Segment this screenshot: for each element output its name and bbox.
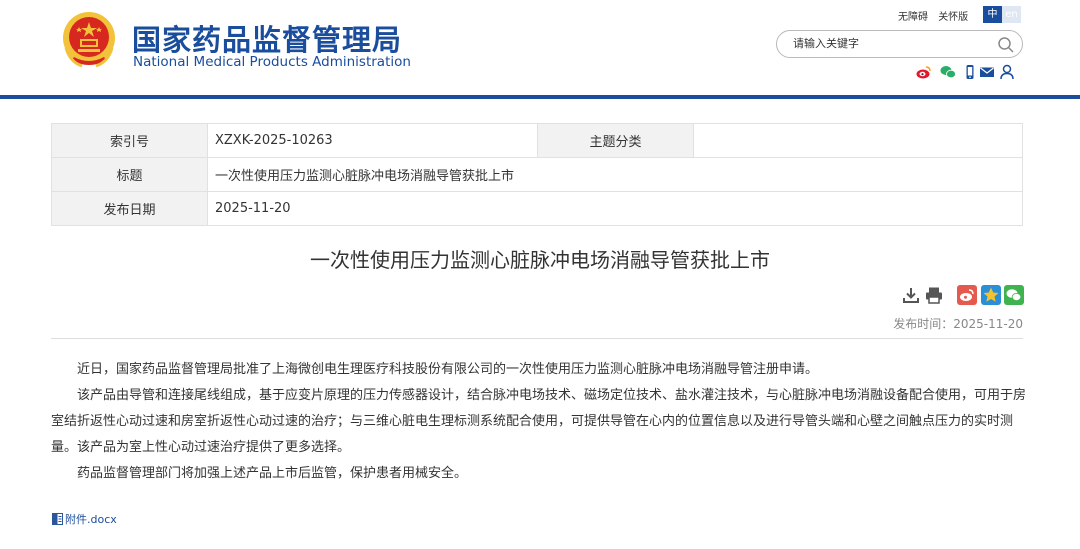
article-title: 一次性使用压力监测心脏脉冲电场消融导管获批上市 [310, 248, 770, 272]
table-row: 索引号 XZXK-2025-10263 主题分类 [51, 123, 1023, 158]
article-body: 近日，国家药品监督管理局批准了上海微创电生理医疗科技股份有限公司的一次性使用压力… [51, 357, 1026, 487]
print-icon[interactable] [924, 285, 944, 305]
attachment-name[interactable]: 附件.docx [65, 511, 117, 527]
share-wechat-icon[interactable] [1004, 285, 1024, 305]
lang-chinese-button[interactable]: 中 [983, 6, 1002, 23]
site-subtitle[interactable]: National Medical Products Administration [133, 54, 411, 70]
article-paragraph: 药品监督管理部门将加强上述产品上市后监管，保护患者用械安全。 [77, 466, 468, 481]
topic-label: 主题分类 [537, 123, 694, 158]
wechat-icon[interactable] [940, 64, 956, 80]
topic-value [693, 123, 1023, 158]
table-row: 发布日期 2025-11-20 [51, 191, 1023, 226]
search-icon[interactable] [997, 36, 1015, 54]
user-icon[interactable] [999, 64, 1015, 80]
weibo-icon[interactable] [916, 64, 932, 80]
search-input[interactable] [793, 37, 993, 50]
header-divider [0, 95, 1080, 99]
index-label: 索引号 [51, 123, 208, 158]
index-value: XZXK-2025-10263 [207, 123, 538, 158]
docx-file-icon [52, 513, 63, 525]
date-value: 2025-11-20 [207, 191, 1023, 226]
article-tools [901, 285, 1025, 305]
date-label: 发布日期 [51, 191, 208, 226]
article-paragraph: 该产品由导管和连接尾线组成，基于应变片原理的压力传感器设计，结合脉冲电场技术、磁… [51, 388, 1027, 455]
lang-english-button[interactable]: en [1002, 6, 1021, 23]
publish-time: 发布时间：2025-11-20 [893, 317, 1023, 331]
site-header: 国家药品监督管理局 National Medical Products Admi… [0, 0, 1080, 96]
search-box [776, 30, 1023, 58]
attachment-link[interactable]: 附件.docx [52, 511, 117, 527]
title-label: 标题 [51, 157, 208, 192]
top-links: 无障碍 关怀版 [898, 8, 975, 23]
article-info-table: 索引号 XZXK-2025-10263 主题分类 标题 一次性使用压力监测心脏脉… [51, 123, 1023, 226]
site-title[interactable]: 国家药品监督管理局 [132, 17, 402, 59]
table-row: 标题 一次性使用压力监测心脏脉冲电场消融导管获批上市 [51, 157, 1023, 192]
download-icon[interactable] [901, 285, 921, 305]
share-qzone-icon[interactable] [981, 285, 1001, 305]
national-emblem-icon[interactable] [60, 10, 118, 70]
care-mode-link[interactable]: 关怀版 [938, 12, 968, 23]
share-weibo-icon[interactable] [957, 285, 977, 305]
accessibility-link[interactable]: 无障碍 [898, 12, 928, 23]
mail-icon[interactable] [979, 64, 995, 80]
title-value: 一次性使用压力监测心脏脉冲电场消融导管获批上市 [207, 157, 1023, 192]
article-paragraph: 近日，国家药品监督管理局批准了上海微创电生理医疗科技股份有限公司的一次性使用压力… [77, 362, 819, 377]
content-divider [51, 338, 1023, 339]
mobile-icon[interactable] [962, 64, 978, 80]
